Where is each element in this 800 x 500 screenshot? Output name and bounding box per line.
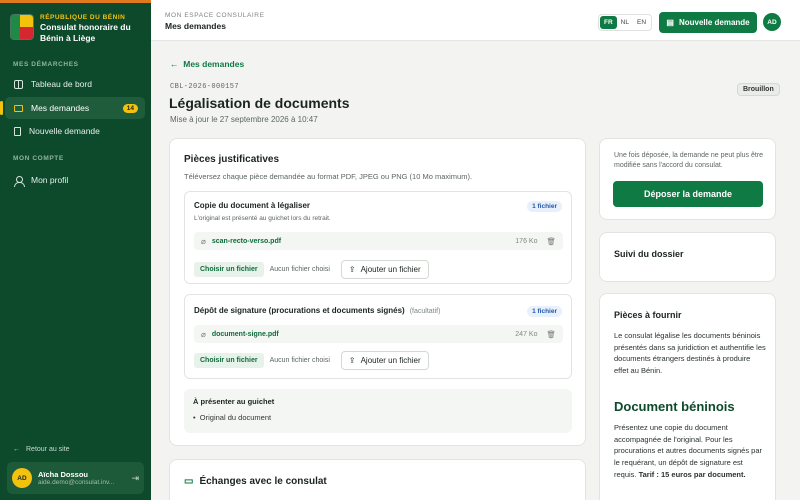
submit-card: Une fois déposée, la demande ne peut plu…: [599, 138, 776, 220]
tracking-card: Suivi du dossier: [599, 232, 776, 282]
grid-icon: [14, 79, 23, 89]
top-color-stripe: [0, 0, 151, 3]
file-count-badge: 1 fichier: [527, 201, 562, 212]
submit-request-button[interactable]: Déposer la demande: [613, 181, 763, 207]
section-label-compte: MON COMPTE: [13, 155, 64, 162]
piece-title: Dépôt de signature (procurations et docu…: [194, 306, 441, 315]
request-reference: CBL-2026-000157: [170, 83, 240, 91]
folder-icon: [14, 105, 23, 112]
submit-note: Une fois déposée, la demande ne peut plu…: [614, 152, 764, 170]
brand-kicker: RÉPUBLIQUE DU BÉNIN: [40, 14, 126, 21]
piece-description: L'original est présenté au guichet lors …: [194, 215, 331, 222]
tracking-title: Suivi du dossier: [614, 249, 684, 259]
back-to-site-link[interactable]: ← Retour au site: [13, 446, 70, 453]
topbar-kicker: MON ESPACE CONSULAIRE: [165, 12, 265, 19]
brand-name-line-2: Bénin à Liège: [40, 33, 96, 44]
chat-icon: ▭: [184, 476, 194, 487]
section-label-demarches: MES DÉMARCHES: [13, 61, 79, 68]
brand-name-line-1: Consulat honoraire du: [40, 22, 131, 32]
no-file-text: Aucun fichier choisi: [269, 266, 330, 273]
exchanges-card: ▭ Échanges avec le consulat: [169, 459, 586, 500]
sidebar-item-label: Tableau de bord: [31, 79, 92, 89]
piece-signature: Dépôt de signature (procurations et docu…: [184, 294, 572, 379]
paperclip-icon: ⌀: [201, 236, 206, 246]
required-documents-card: Pièces à fournir Le consulat légalise le…: [599, 293, 776, 500]
sidebar: RÉPUBLIQUE DU BÉNIN Consulat honoraire d…: [0, 0, 151, 500]
sidebar-item-tableau-de-bord[interactable]: Tableau de bord: [5, 73, 145, 95]
sidebar-item-label: Mon profil: [31, 175, 69, 185]
required-documents-intro: Le consulat légalise les documents bénin…: [614, 331, 766, 375]
trash-icon[interactable]: 🗑: [546, 237, 556, 246]
avatar: AD: [12, 468, 32, 488]
guichet-title: À présenter au guichet: [193, 397, 275, 406]
lang-fr[interactable]: FR: [600, 16, 617, 29]
benin-flag-icon: [10, 14, 34, 40]
exchanges-title: ▭ Échanges avec le consulat: [184, 476, 327, 487]
topbar-title: Mes demandes: [165, 21, 226, 31]
pieces-title: Pièces justificatives: [184, 154, 280, 165]
user-name: Aïcha Dossou: [38, 470, 89, 479]
document-type-text: Présentez une copie du document accompag…: [614, 423, 762, 479]
upload-icon: ⇪: [348, 265, 356, 274]
brand[interactable]: RÉPUBLIQUE DU BÉNIN Consulat honoraire d…: [10, 14, 148, 44]
document-plus-icon: [14, 126, 21, 136]
choose-file-button[interactable]: Choisir un fichier: [194, 262, 264, 277]
optional-label: (facultatif): [409, 308, 441, 315]
guichet-box: À présenter au guichet • Original du doc…: [184, 389, 572, 433]
sidebar-item-mes-demandes[interactable]: Mes demandes 14: [0, 97, 145, 119]
choose-file-button[interactable]: Choisir un fichier: [194, 353, 264, 368]
pieces-card: Pièces justificatives Téléversez chaque …: [169, 138, 586, 446]
topbar: MON ESPACE CONSULAIRE Mes demandes FR NL…: [151, 0, 800, 41]
user-email: aide.demo@consulat.inv...: [38, 479, 115, 486]
count-badge: 14: [122, 103, 138, 113]
upload-icon: ⇪: [348, 356, 356, 365]
tarif: Tarif : 15 euros par document.: [638, 469, 746, 479]
document-plus-icon: ▤: [666, 18, 674, 27]
language-switcher: FR NL EN: [598, 14, 653, 31]
pieces-subtitle: Téléversez chaque pièce demandée au form…: [184, 172, 473, 181]
add-file-button[interactable]: ⇪ Ajouter un fichier: [340, 260, 429, 279]
arrow-left-icon: ←: [170, 59, 179, 69]
upload-actions: Choisir un fichier Aucun fichier choisi …: [194, 260, 429, 279]
logout-icon[interactable]: ⇥: [131, 473, 139, 484]
trash-icon[interactable]: 🗑: [546, 330, 556, 339]
document-type-heading: Document béninois: [614, 399, 735, 414]
sidebar-item-mon-profil[interactable]: Mon profil: [5, 169, 145, 191]
file-size: 247 Ko: [515, 330, 538, 338]
paperclip-icon: ⌀: [201, 329, 206, 339]
user-card: AD Aïcha Dossou aide.demo@consulat.inv..…: [7, 462, 144, 494]
lang-en[interactable]: EN: [633, 16, 650, 29]
no-file-text: Aucun fichier choisi: [269, 357, 330, 364]
new-request-button[interactable]: ▤ Nouvelle demande: [659, 12, 757, 33]
required-documents-title: Pièces à fournir: [614, 310, 682, 320]
page-title: Légalisation de documents: [169, 95, 350, 111]
sidebar-item-label: Nouvelle demande: [29, 126, 100, 136]
file-size: 176 Ko: [515, 237, 538, 245]
breadcrumb[interactable]: ← Mes demandes: [170, 59, 244, 69]
uploaded-file-row: ⌀ document-signe.pdf 247 Ko 🗑: [194, 325, 563, 343]
sidebar-item-label: Mes demandes: [31, 103, 90, 113]
user-icon: [14, 175, 25, 187]
lang-nl[interactable]: NL: [617, 16, 633, 29]
add-file-button[interactable]: ⇪ Ajouter un fichier: [340, 351, 429, 370]
piece-title: Copie du document à légaliser: [194, 201, 311, 210]
upload-actions: Choisir un fichier Aucun fichier choisi …: [194, 351, 429, 370]
avatar[interactable]: AD: [763, 13, 781, 31]
file-count-badge: 1 fichier: [527, 306, 562, 317]
guichet-item: • Original du document: [193, 413, 272, 422]
arrow-left-icon: ←: [13, 446, 20, 453]
updated-timestamp: Mise à jour le 27 septembre 2026 à 10:47: [170, 115, 318, 124]
uploaded-file-row: ⌀ scan-recto-verso.pdf 176 Ko 🗑: [194, 232, 563, 250]
file-name[interactable]: scan-recto-verso.pdf: [212, 238, 281, 245]
status-badge: Brouillon: [737, 83, 780, 96]
file-name[interactable]: document-signe.pdf: [212, 331, 279, 338]
sidebar-item-nouvelle-demande[interactable]: Nouvelle demande: [5, 120, 145, 142]
piece-document: Copie du document à légaliser L'original…: [184, 191, 572, 284]
